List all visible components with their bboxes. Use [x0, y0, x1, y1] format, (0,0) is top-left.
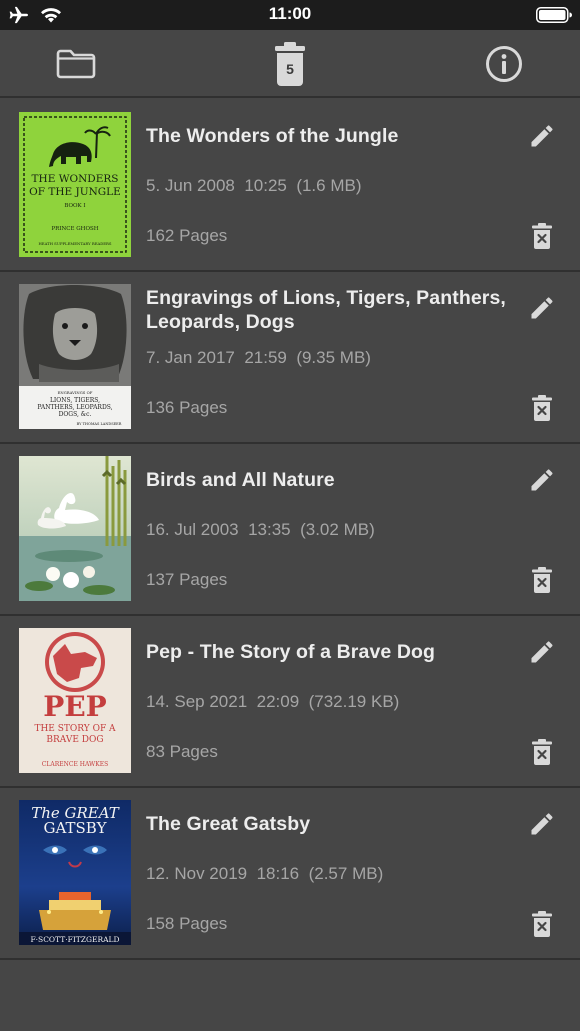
- book-cover: THE WONDERS OF THE JUNGLE BOOK I PRINCE …: [19, 112, 131, 257]
- list-item[interactable]: PEP THE STORY OF A BRAVE DOG CLARENCE HA…: [0, 616, 580, 788]
- cover-line-2: THE STORY OF A: [34, 724, 116, 734]
- book-title: Birds and All Nature: [146, 469, 335, 491]
- delete-button[interactable]: [530, 910, 554, 938]
- book-pages: 83 Pages: [146, 742, 218, 761]
- pencil-icon: [531, 813, 553, 835]
- edit-button[interactable]: [528, 810, 556, 838]
- book-pages: 162 Pages: [146, 226, 228, 245]
- book-size: (2.57 MB): [308, 864, 384, 883]
- book-list: THE WONDERS OF THE JUNGLE BOOK I PRINCE …: [0, 100, 580, 960]
- list-item[interactable]: Birds and All Nature 16. Jul 2003 13:35 …: [0, 444, 580, 616]
- trash-x-icon: [532, 223, 552, 249]
- book-time: 21:59: [244, 348, 287, 367]
- book-meta: 7. Jan 2017 21:59 (9.35 MB): [146, 348, 371, 368]
- cover-line-4: DOGS, &c.: [59, 411, 92, 418]
- book-title: The Wonders of the Jungle: [146, 125, 399, 147]
- cover-author: PRINCE GHOSH: [51, 226, 98, 232]
- trash-x-icon: [532, 395, 552, 421]
- book-size: (3.02 MB): [300, 520, 375, 539]
- book-pages: 158 Pages: [146, 914, 228, 933]
- list-item[interactable]: ENGRAVINGS OF LIONS, TIGERS, PANTHERS, L…: [0, 272, 580, 444]
- book-date: 12. Nov 2019: [146, 864, 248, 883]
- book-meta: 16. Jul 2003 13:35 (3.02 MB): [146, 520, 375, 540]
- book-meta: 14. Sep 2021 22:09 (732.19 KB): [146, 692, 399, 712]
- cover-line-2: OF THE JUNGLE: [29, 186, 121, 198]
- pencil-icon: [531, 297, 553, 319]
- info-icon: [486, 46, 522, 82]
- book-date: 7. Jan 2017: [146, 348, 235, 367]
- trash-x-icon: [532, 739, 552, 765]
- edit-button[interactable]: [528, 122, 556, 150]
- cover-line-3: BRAVE DOG: [46, 735, 103, 745]
- book-meta: 5. Jun 2008 10:25 (1.6 MB): [146, 176, 362, 196]
- open-folder-button[interactable]: [46, 30, 106, 98]
- book-cover: PEP THE STORY OF A BRAVE DOG CLARENCE HA…: [19, 628, 131, 773]
- folder-icon: [56, 49, 96, 79]
- book-pages: 136 Pages: [146, 398, 228, 417]
- delete-button[interactable]: [530, 566, 554, 594]
- book-title: Pep - The Story of a Brave Dog: [146, 641, 436, 663]
- edit-button[interactable]: [528, 638, 556, 666]
- delete-button[interactable]: [530, 738, 554, 766]
- cover-line-1: ENGRAVINGS OF: [58, 390, 93, 395]
- book-size: (732.19 KB): [308, 692, 400, 711]
- pencil-icon: [531, 641, 553, 663]
- book-title: Engravings of Lions, Tigers, Panthers, L…: [146, 287, 506, 333]
- trash-x-icon: [532, 911, 552, 937]
- status-bar: 11:00: [0, 0, 580, 30]
- book-time: 13:35: [248, 520, 291, 539]
- book-date: 14. Sep 2021: [146, 692, 248, 711]
- book-size: (1.6 MB): [296, 176, 362, 195]
- book-time: 10:25: [244, 176, 287, 195]
- book-cover: The GREAT GATSBY F·SCOTT·FITZGERALD: [19, 800, 131, 945]
- cover-footer: HEATH SUPPLEMENTARY READERS: [38, 241, 111, 246]
- trash-count: 5: [286, 61, 294, 77]
- cover-line-2: GATSBY: [44, 819, 108, 837]
- book-size: (9.35 MB): [296, 348, 371, 367]
- book-time: 22:09: [256, 692, 300, 711]
- trash-badge: 5: [273, 41, 307, 87]
- list-item[interactable]: The GREAT GATSBY F·SCOTT·FITZGERALD The …: [0, 788, 580, 960]
- cover-author: CLARENCE HAWKES: [42, 761, 108, 768]
- status-time: 11:00: [268, 4, 312, 23]
- delete-button[interactable]: [530, 394, 554, 422]
- cover-author: F·SCOTT·FITZGERALD: [30, 935, 119, 944]
- cover-author: BY THOMAS LANDSEER: [77, 422, 122, 426]
- cover-line-1: THE WONDERS: [32, 173, 119, 185]
- delete-button[interactable]: [530, 222, 554, 250]
- edit-button[interactable]: [528, 466, 556, 494]
- book-date: 5. Jun 2008: [146, 176, 235, 195]
- toolbar: 5: [0, 30, 580, 98]
- book-title: The Great Gatsby: [146, 813, 311, 835]
- trash-x-icon: [532, 567, 552, 593]
- book-pages: 137 Pages: [146, 570, 228, 589]
- cover-line-3: BOOK I: [64, 203, 85, 209]
- book-time: 18:16: [256, 864, 300, 883]
- book-meta: 12. Nov 2019 18:16 (2.57 MB): [146, 864, 383, 884]
- book-cover: ENGRAVINGS OF LIONS, TIGERS, PANTHERS, L…: [19, 284, 131, 429]
- cover-line-2: LIONS, TIGERS,: [50, 397, 100, 404]
- edit-button[interactable]: [528, 294, 556, 322]
- trash-button[interactable]: 5: [260, 30, 320, 98]
- battery-icon: [536, 7, 572, 23]
- cover-line-3: PANTHERS, LEOPARDS,: [37, 404, 112, 411]
- status-right: [536, 7, 572, 28]
- cover-line-1: PEP: [43, 690, 106, 723]
- info-button[interactable]: [474, 30, 534, 98]
- book-cover: [19, 456, 131, 601]
- pencil-icon: [531, 469, 553, 491]
- pencil-icon: [531, 125, 553, 147]
- book-date: 16. Jul 2003: [146, 520, 239, 539]
- list-item[interactable]: THE WONDERS OF THE JUNGLE BOOK I PRINCE …: [0, 100, 580, 272]
